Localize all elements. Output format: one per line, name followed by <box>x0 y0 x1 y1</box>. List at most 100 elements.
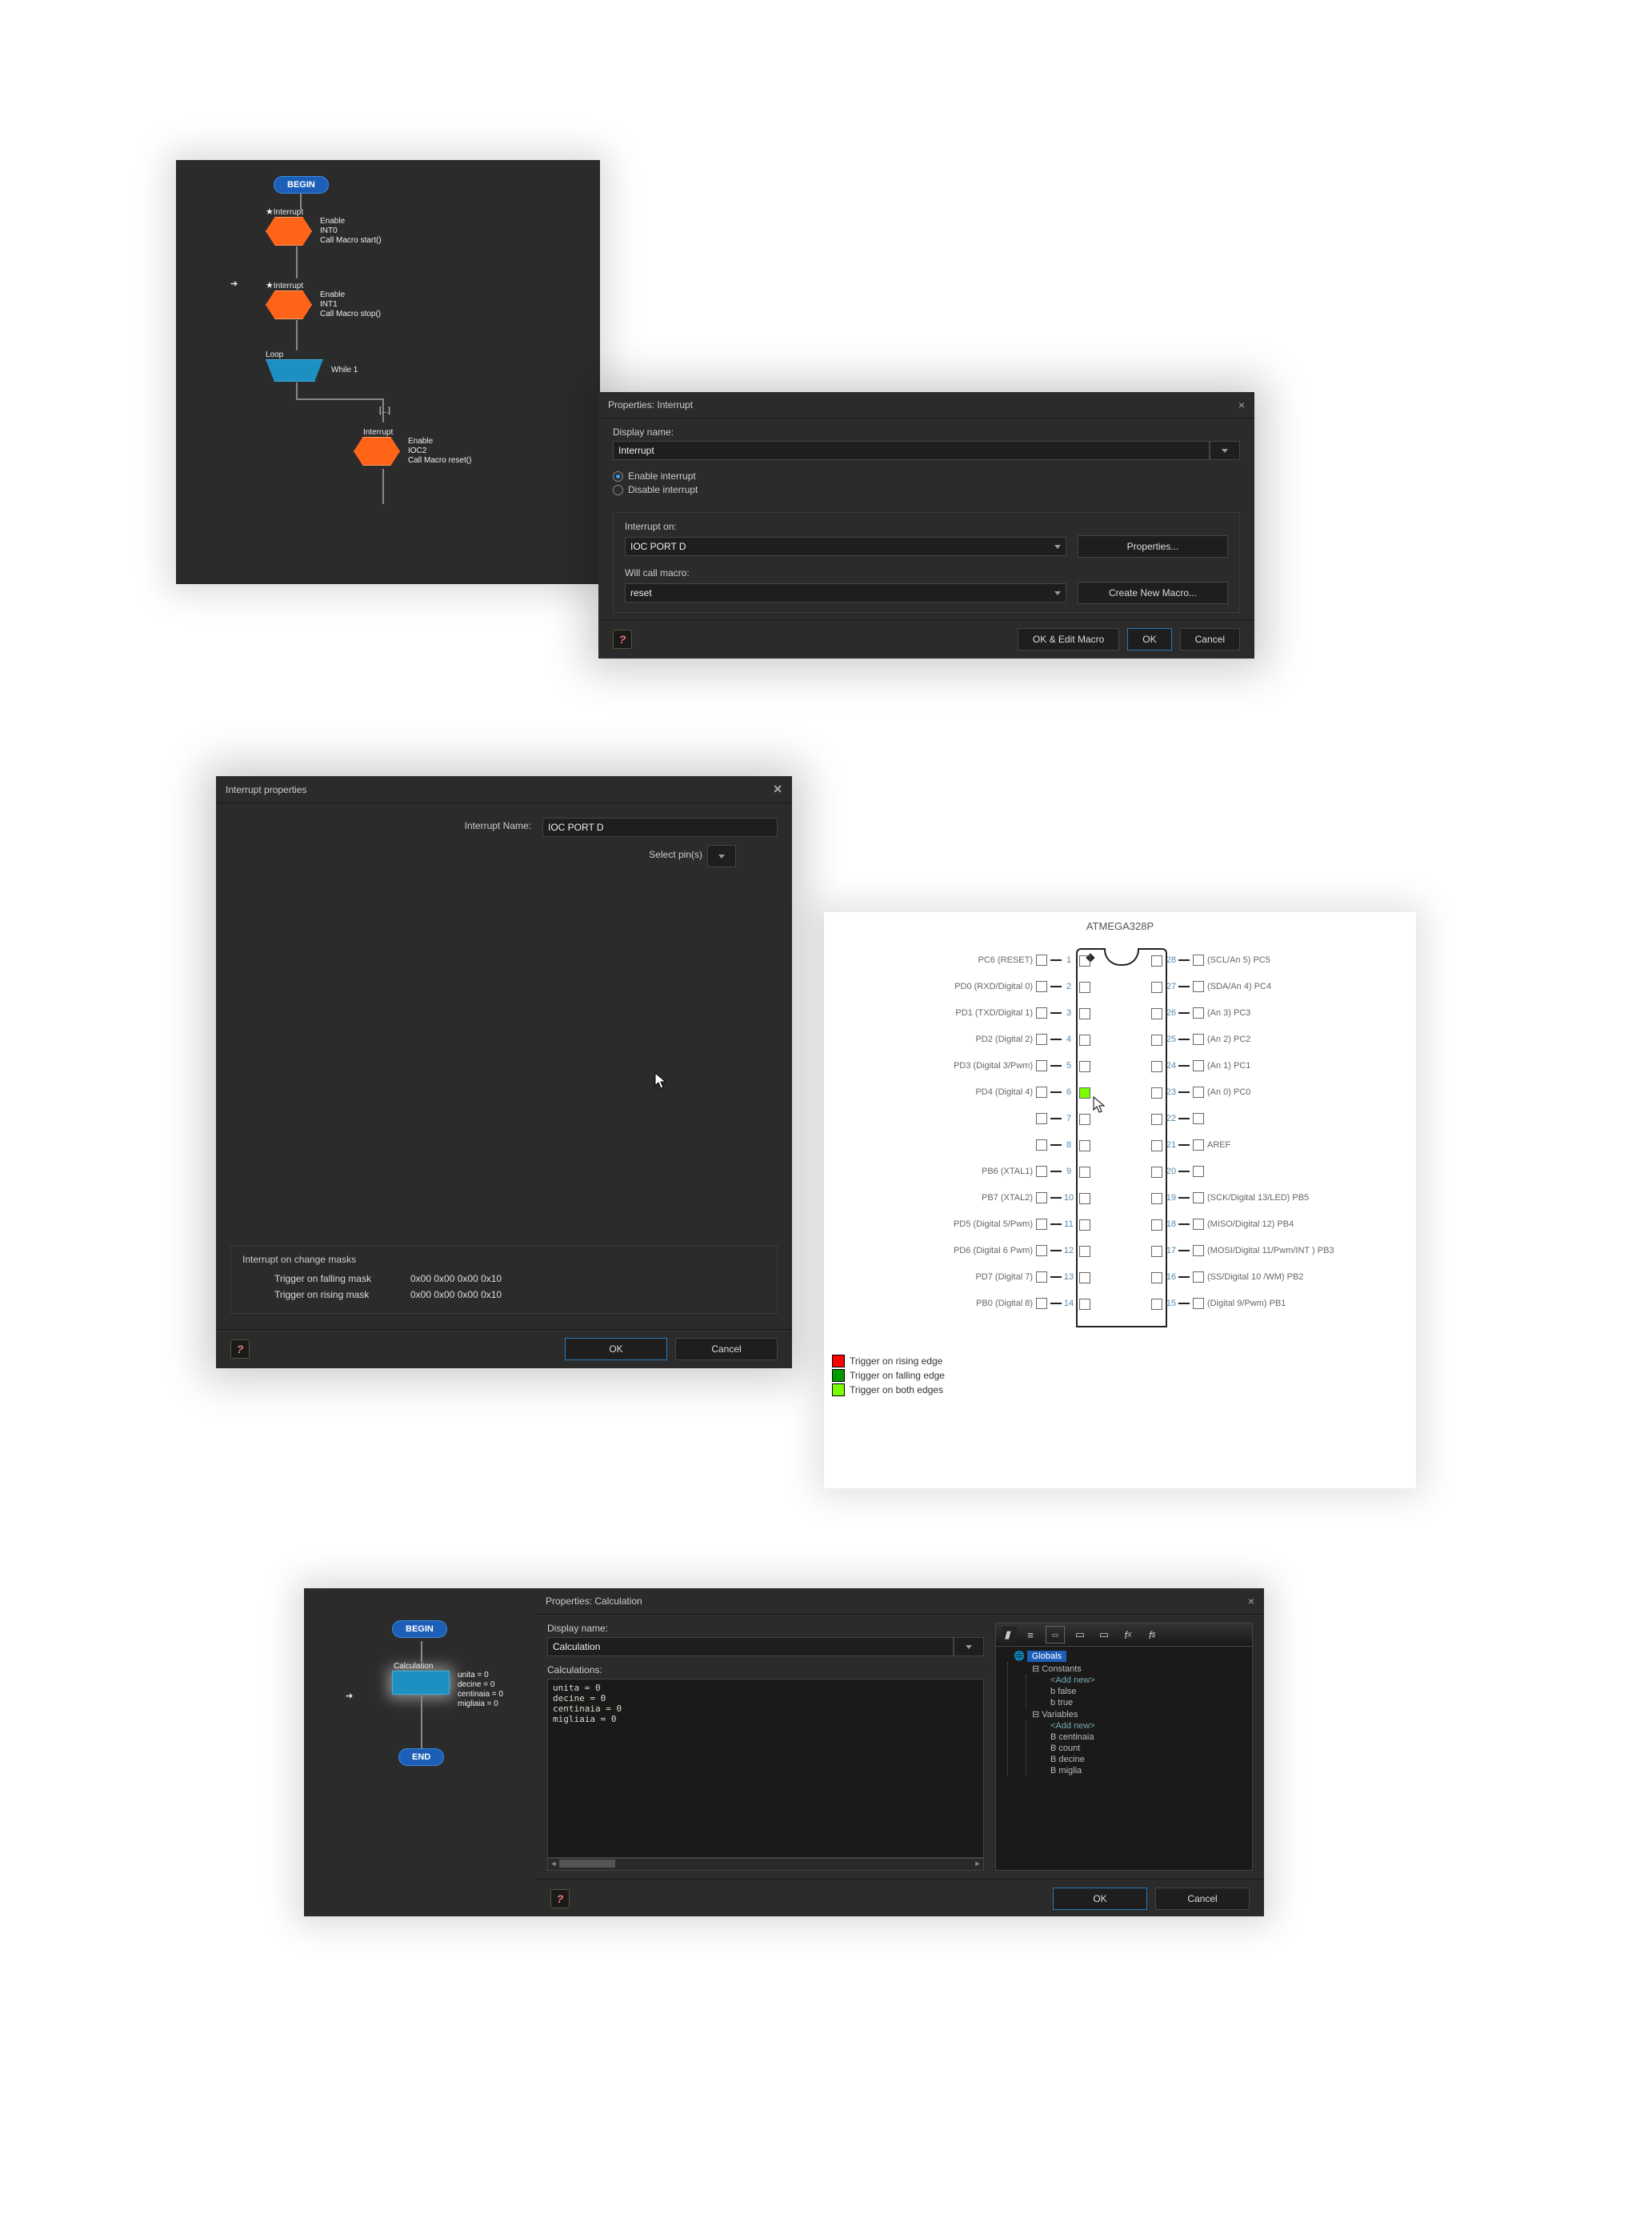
pin-left-11[interactable]: PD5 (Digital 5/Pwm)11 <box>824 1219 1076 1230</box>
fs-icon[interactable]: f$ <box>1143 1627 1161 1643</box>
pin-left-12[interactable]: PD6 (Digital 6 Pwm)12 <box>824 1245 1076 1256</box>
pin-left-4[interactable]: PD2 (Digital 2)4 <box>824 1034 1076 1045</box>
select-pins-dropdown[interactable] <box>707 845 736 867</box>
interrupt3-node[interactable] <box>354 437 400 466</box>
pin-right-19[interactable]: 19(SCK/Digital 13/LED) PB5 <box>1164 1192 1404 1203</box>
properties-button[interactable]: Properties... <box>1078 535 1228 558</box>
pin-right-24[interactable]: 24(An 1) PC1 <box>1164 1060 1404 1071</box>
pin-right-18[interactable]: 18(MISO/Digital 12) PB4 <box>1164 1219 1404 1230</box>
ok-button[interactable]: OK <box>1053 1888 1147 1910</box>
calculations-textarea[interactable]: unita = 0 decine = 0 centinaia = 0 migli… <box>547 1679 984 1858</box>
pin-right-28[interactable]: 28(SCL/An 5) PC5 <box>1164 955 1404 966</box>
rising-mask-label: Trigger on rising mask <box>274 1289 394 1300</box>
calc-tag: Calculation <box>394 1662 503 1671</box>
tool-icon[interactable]: ▭ <box>1071 1627 1089 1643</box>
pin-left-13[interactable]: PD7 (Digital 7)13 <box>824 1271 1076 1283</box>
interrupt-on-select[interactable]: IOC PORT D <box>625 537 1066 556</box>
fx-icon[interactable]: fX <box>1119 1627 1137 1643</box>
tool-icon[interactable]: ▭ <box>1046 1626 1065 1643</box>
enable-radio[interactable]: Enable interrupt <box>613 470 1240 482</box>
ok-edit-macro-button[interactable]: OK & Edit Macro <box>1018 628 1119 651</box>
interrupt-name-label: Interrupt Name: <box>230 820 531 831</box>
entry-arrow-2: ➔ <box>346 1691 353 1701</box>
pin-left-14[interactable]: PB0 (Digital 8)14 <box>824 1298 1076 1309</box>
interrupt-name-input[interactable]: IOC PORT D <box>542 818 778 837</box>
close-icon[interactable]: × <box>1238 398 1245 411</box>
properties-calculation-dialog: Properties: Calculation × Display name: … <box>536 1588 1264 1916</box>
dialog-title: Properties: Calculation <box>546 1595 642 1607</box>
call-macro-select[interactable]: reset <box>625 583 1066 603</box>
interrupt1-tag: Interrupt <box>274 208 303 217</box>
loop-cond: While 1 <box>331 366 358 375</box>
loop-body: [...] <box>379 406 390 416</box>
interrupt2-text: EnableINT1Call Macro stop() <box>320 290 381 319</box>
cancel-button[interactable]: Cancel <box>1155 1888 1250 1910</box>
displayname-label: Display name: <box>613 426 1240 438</box>
pin-left-2[interactable]: PD0 (RXD/Digital 0)2 <box>824 981 1076 992</box>
interrupt1-node[interactable] <box>266 217 312 246</box>
begin-node[interactable]: BEGIN <box>274 176 329 194</box>
pin-left-7[interactable]: 7 <box>824 1113 1076 1124</box>
select-pins-label: Select pin(s) <box>649 849 702 860</box>
entry-arrow: ➔ <box>230 278 238 289</box>
flowchart-panel-2: BEGIN ➔ Calculation unita = 0decine = 0c… <box>304 1588 1264 1916</box>
calculations-label: Calculations: <box>547 1664 984 1676</box>
pin-right-26[interactable]: 26(An 3) PC3 <box>1164 1007 1404 1019</box>
create-macro-button[interactable]: Create New Macro... <box>1078 582 1228 604</box>
help-icon[interactable]: ? <box>230 1339 250 1359</box>
dialog-title: Interrupt properties <box>226 784 306 795</box>
pin-right-27[interactable]: 27(SDA/An 4) PC4 <box>1164 981 1404 992</box>
pin-left-10[interactable]: PB7 (XTAL2)10 <box>824 1192 1076 1203</box>
close-icon[interactable]: × <box>1248 1595 1254 1607</box>
call-macro-label: Will call macro: <box>625 567 1228 579</box>
ok-button[interactable]: OK <box>565 1338 667 1360</box>
pin-right-25[interactable]: 25(An 2) PC2 <box>1164 1034 1404 1045</box>
pin-right-20[interactable]: 20 <box>1164 1166 1404 1177</box>
ok-button[interactable]: OK <box>1127 628 1171 651</box>
tool-icon[interactable]: ▮ <box>998 1627 1017 1643</box>
interrupt2-node[interactable] <box>266 290 312 319</box>
variables-tree[interactable]: 🌐 Globals ⊟ Constants <Add new> b false … <box>996 1647 1252 1780</box>
cancel-button[interactable]: Cancel <box>1180 628 1240 651</box>
cursor-icon <box>1093 1096 1107 1114</box>
pin-right-21[interactable]: 21AREF <box>1164 1139 1404 1151</box>
interrupt-properties-dialog: Interrupt properties ✕ Interrupt Name: I… <box>216 776 792 1368</box>
interrupt1-text: EnableINT0Call Macro start() <box>320 217 382 246</box>
pin-left-6[interactable]: PD4 (Digital 4)6 <box>824 1087 1076 1098</box>
calc-displayname-input[interactable]: Calculation <box>547 1637 954 1656</box>
pin-left-1[interactable]: PC6 (RESET)1 <box>824 955 1076 966</box>
pin-left-8[interactable]: 8 <box>824 1139 1076 1151</box>
loop-node[interactable] <box>266 359 323 382</box>
disable-radio[interactable]: Disable interrupt <box>613 484 1240 495</box>
displayname-dropdown[interactable] <box>1210 441 1240 460</box>
cursor-icon <box>654 1072 669 1090</box>
calc-displayname-label: Display name: <box>547 1623 984 1634</box>
help-icon[interactable]: ? <box>613 630 632 649</box>
calc-text: unita = 0decine = 0centinaia = 0migliaia… <box>458 1671 503 1709</box>
pin-right-23[interactable]: 23(An 0) PC0 <box>1164 1087 1404 1098</box>
pin-right-22[interactable]: 22 <box>1164 1113 1404 1124</box>
calc-displayname-dropdown[interactable] <box>954 1637 984 1656</box>
falling-mask-value: 0x00 0x00 0x00 0x10 <box>410 1273 502 1284</box>
pin-left-9[interactable]: PB6 (XTAL1)9 <box>824 1166 1076 1177</box>
calc-node[interactable] <box>392 1671 450 1695</box>
pin-left-3[interactable]: PD1 (TXD/Digital 1)3 <box>824 1007 1076 1019</box>
scrollbar[interactable]: ◄► <box>547 1858 984 1871</box>
end-node[interactable]: END <box>398 1748 444 1766</box>
pin-right-17[interactable]: 17(MOSI/Digital 11/Pwm/INT ) PB3 <box>1164 1245 1404 1256</box>
displayname-input[interactable]: Interrupt <box>613 441 1210 460</box>
tool-icon[interactable]: ▭ <box>1095 1627 1113 1643</box>
begin-node-2[interactable]: BEGIN <box>392 1620 447 1638</box>
chip-panel: ATMEGA328P PC6 (RESET)1PD0 (RXD/Digital … <box>824 912 1416 1488</box>
pin-left-5[interactable]: PD3 (Digital 3/Pwm)5 <box>824 1060 1076 1071</box>
rising-mask-value: 0x00 0x00 0x00 0x10 <box>410 1289 502 1300</box>
close-icon[interactable]: ✕ <box>773 783 782 796</box>
pin-right-15[interactable]: 15(Digital 9/Pwm) PB1 <box>1164 1298 1404 1309</box>
tree-toolbar: ▮ ≡ ▭ ▭ ▭ fX f$ <box>996 1623 1252 1647</box>
help-icon[interactable]: ? <box>550 1889 570 1908</box>
interrupt3-text: EnableIOC2Call Macro reset() <box>408 437 471 466</box>
pin-right-16[interactable]: 16(SS/Digital 10 /WM) PB2 <box>1164 1271 1404 1283</box>
masks-header: Interrupt on change masks <box>242 1254 766 1265</box>
cancel-button[interactable]: Cancel <box>675 1338 778 1360</box>
tool-icon[interactable]: ≡ <box>1022 1627 1039 1643</box>
